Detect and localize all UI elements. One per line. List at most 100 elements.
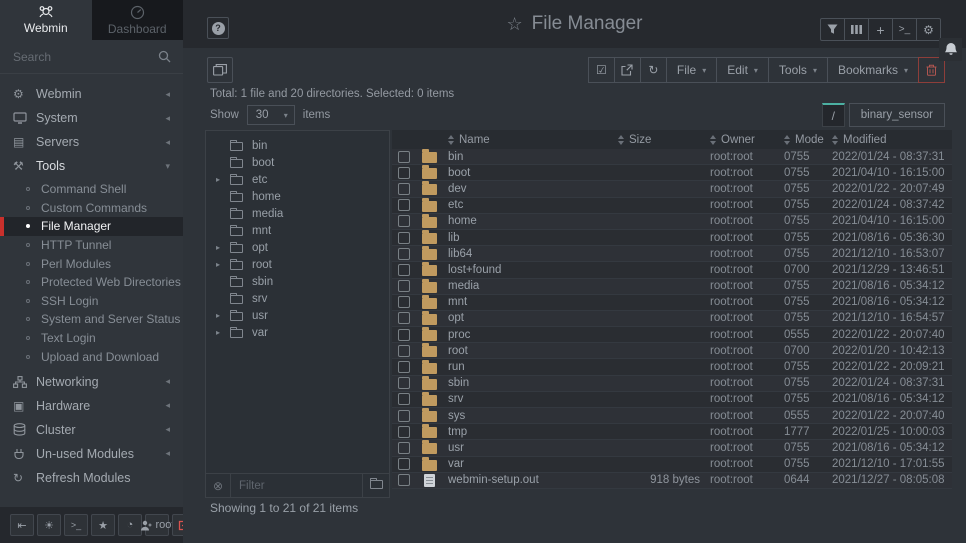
row-checkbox[interactable] (398, 426, 410, 438)
file-name[interactable]: srv (448, 393, 618, 405)
bookmarks-menu-button[interactable]: Bookmarks ▾ (827, 57, 919, 83)
table-row[interactable]: usr root:root 0755 2021/08/16 - 05:34:12 (392, 440, 952, 456)
table-row[interactable]: lib64 root:root 0755 2021/12/10 - 16:53:… (392, 246, 952, 262)
tree-item[interactable]: ▸ media (206, 205, 389, 222)
file-name[interactable]: var (448, 458, 618, 470)
row-checkbox[interactable] (398, 377, 410, 389)
row-checkbox[interactable] (398, 312, 410, 324)
row-checkbox[interactable] (398, 361, 410, 373)
sidebar-item-cluster[interactable]: Cluster ◂ (0, 418, 183, 442)
table-row[interactable]: lib root:root 0755 2021/08/16 - 05:36:30 (392, 230, 952, 246)
sidebar-subitem[interactable]: Command Shell (0, 180, 183, 199)
theme-brightness-button[interactable]: ☀ (37, 514, 61, 536)
table-row[interactable]: tmp root:root 1777 2022/01/25 - 10:00:03 (392, 424, 952, 440)
file-name[interactable]: tmp (448, 426, 618, 438)
filter-button[interactable] (820, 18, 845, 41)
user-button[interactable]: root (145, 514, 169, 536)
terminal-button[interactable]: >_ (892, 18, 917, 41)
select-all-button[interactable]: ☑ (588, 57, 615, 83)
refresh-button[interactable]: ↻ (640, 57, 667, 83)
table-row[interactable]: mnt root:root 0755 2021/08/16 - 05:34:12 (392, 295, 952, 311)
tree-item[interactable]: ▸ bin (206, 137, 389, 154)
tree-item[interactable]: ▸ home (206, 188, 389, 205)
table-row[interactable]: boot root:root 0755 2021/04/10 - 16:15:0… (392, 165, 952, 181)
clear-filter-icon[interactable]: ⊗ (206, 479, 230, 493)
sidebar-subitem[interactable]: Perl Modules (0, 254, 183, 273)
file-name[interactable]: sys (448, 410, 618, 422)
tree-item[interactable]: ▸ usr (206, 307, 389, 324)
table-row[interactable]: sys root:root 0555 2022/01/22 - 20:07:40 (392, 408, 952, 424)
table-row[interactable]: etc root:root 0755 2022/01/24 - 08:37:42 (392, 198, 952, 214)
row-checkbox[interactable] (398, 248, 410, 260)
tree-filter-input[interactable] (231, 480, 362, 492)
sidebar-item-hardware[interactable]: ▣ Hardware ◂ (0, 394, 183, 418)
add-button[interactable]: + (868, 18, 893, 41)
table-row[interactable]: proc root:root 0555 2022/01/22 - 20:07:4… (392, 327, 952, 343)
tree-item[interactable]: ▸ etc (206, 171, 389, 188)
sidebar-item-refresh-modules[interactable]: ↻ Refresh Modules (0, 466, 183, 490)
shell-button[interactable]: >_ (64, 514, 88, 536)
tree-item[interactable]: ▸ var (206, 324, 389, 341)
sidebar-subitem[interactable]: HTTP Tunnel (0, 236, 183, 255)
tree-expand-icon[interactable]: ▸ (216, 243, 230, 252)
tree-item[interactable]: ▸ mnt (206, 222, 389, 239)
notifications-bell-button[interactable] (939, 38, 962, 61)
row-checkbox[interactable] (398, 167, 410, 179)
column-header-owner[interactable]: Owner (710, 134, 784, 146)
sidebar-subitem[interactable]: File Manager (0, 217, 183, 236)
column-header-name[interactable]: Name (448, 134, 618, 146)
table-row[interactable]: dev root:root 0755 2022/01/22 - 20:07:49 (392, 181, 952, 197)
file-name[interactable]: usr (448, 442, 618, 454)
row-checkbox[interactable] (398, 296, 410, 308)
theme-palette-button[interactable]: ◔ (118, 514, 142, 536)
file-name[interactable]: bin (448, 151, 618, 163)
file-name[interactable]: mnt (448, 296, 618, 308)
column-header-modified[interactable]: Modified (832, 134, 952, 146)
row-checkbox[interactable] (398, 215, 410, 227)
columns-button[interactable] (844, 18, 869, 41)
file-name[interactable]: opt (448, 312, 618, 324)
tree-item[interactable]: ▸ root (206, 256, 389, 273)
row-checkbox[interactable] (398, 264, 410, 276)
sidebar-subitem[interactable]: Protected Web Directories (0, 273, 183, 292)
column-header-size[interactable]: Size (618, 134, 710, 146)
favorite-star-icon[interactable]: ☆ (506, 14, 522, 35)
file-name[interactable]: lost+found (448, 264, 618, 276)
row-checkbox[interactable] (398, 232, 410, 244)
file-name[interactable]: etc (448, 199, 618, 211)
sidebar-item-unused-modules[interactable]: Un-used Modules ◂ (0, 442, 183, 466)
collapse-sidebar-button[interactable]: ⇤ (10, 514, 34, 536)
table-row[interactable]: root root:root 0700 2022/01/20 - 10:42:1… (392, 343, 952, 359)
row-checkbox[interactable] (398, 199, 410, 211)
table-row[interactable]: opt root:root 0755 2021/12/10 - 16:54:57 (392, 311, 952, 327)
row-checkbox[interactable] (398, 280, 410, 292)
table-row[interactable]: media root:root 0755 2021/08/16 - 05:34:… (392, 279, 952, 295)
row-checkbox[interactable] (398, 183, 410, 195)
file-name[interactable]: root (448, 345, 618, 357)
table-row[interactable]: home root:root 0755 2021/04/10 - 16:15:0… (392, 214, 952, 230)
tree-item[interactable]: ▸ sbin (206, 273, 389, 290)
row-checkbox[interactable] (398, 410, 410, 422)
sidebar-subitem[interactable]: SSH Login (0, 292, 183, 311)
sidebar-item-networking[interactable]: Networking ◂ (0, 370, 183, 394)
row-checkbox[interactable] (398, 151, 410, 163)
sidebar-item-system[interactable]: System ◂ (0, 106, 183, 130)
row-checkbox[interactable] (398, 474, 410, 486)
tree-folder-button[interactable] (363, 480, 389, 491)
file-name[interactable]: sbin (448, 377, 618, 389)
tools-menu-button[interactable]: Tools ▾ (768, 57, 828, 83)
row-checkbox[interactable] (398, 442, 410, 454)
tree-item[interactable]: ▸ opt (206, 239, 389, 256)
items-per-page-select[interactable]: 30 ▾ (247, 105, 295, 125)
file-name[interactable]: boot (448, 167, 618, 179)
tab-webmin[interactable]: Webmin (0, 0, 92, 40)
table-row[interactable]: lost+found root:root 0700 2021/12/29 - 1… (392, 262, 952, 278)
tree-expand-icon[interactable]: ▸ (216, 311, 230, 320)
sidebar-subitem[interactable]: Upload and Download (0, 347, 183, 366)
sidebar-subitem[interactable]: Custom Commands (0, 199, 183, 218)
breadcrumb-root[interactable]: / (822, 103, 845, 127)
row-checkbox[interactable] (398, 458, 410, 470)
sidebar-item-servers[interactable]: ▤ Servers ◂ (0, 130, 183, 154)
file-name[interactable]: media (448, 280, 618, 292)
file-name[interactable]: webmin-setup.out (448, 474, 618, 486)
